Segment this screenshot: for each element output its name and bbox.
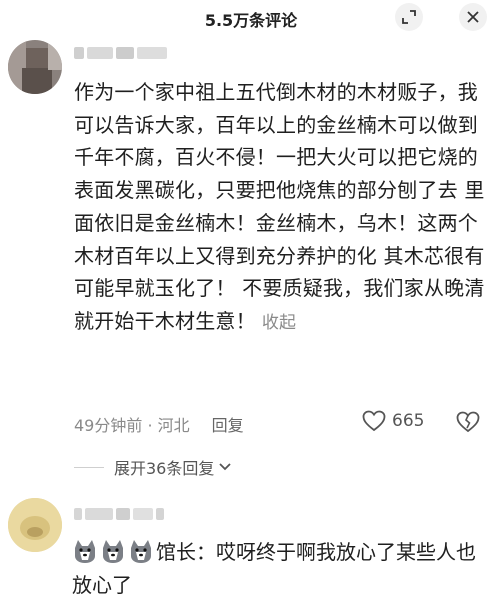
reply-button[interactable]: 回复 [212, 412, 244, 436]
close-button[interactable] [459, 3, 487, 31]
divider-line [74, 466, 104, 468]
username-blurred[interactable] [74, 47, 167, 61]
avatar[interactable] [8, 498, 62, 552]
like-count: 665 [392, 411, 425, 431]
expand-icon [402, 10, 416, 24]
husky-dog-emoji-icon [75, 540, 95, 563]
comments-header: 5.5万条评论 [0, 0, 502, 36]
heart-icon [362, 410, 386, 432]
husky-dog-emoji-icon [103, 540, 123, 563]
expand-button[interactable] [395, 3, 423, 31]
comments-count-title: 5.5万条评论 [204, 11, 298, 30]
like-button[interactable]: 665 [362, 410, 424, 432]
close-icon [467, 11, 479, 23]
avatar[interactable] [8, 40, 62, 94]
husky-dog-emoji-icon [131, 540, 151, 563]
chevron-down-icon [219, 463, 232, 471]
collapse-link[interactable]: 收起 [262, 313, 296, 333]
username-blurred[interactable] [74, 508, 164, 522]
comment-body: 作为一个家中祖上五代倒木材的木材贩子，我可以告诉大家，百年以上的金丝楠木可以做到… [74, 76, 494, 340]
comment-meta: 49分钟前 · 河北 回复 [74, 412, 244, 436]
broken-heart-icon [456, 411, 480, 433]
reply-body: 馆长：哎呀终于啊我放心了某些人也放心了 [72, 536, 492, 602]
timestamp-location: 49分钟前 · 河北 [74, 416, 190, 435]
comment-text: 作为一个家中祖上五代倒木材的木材贩子，我可以告诉大家，百年以上的金丝楠木可以做到… [74, 80, 485, 333]
dislike-button[interactable] [456, 411, 480, 437]
expand-replies-label: 展开36条回复 [114, 459, 215, 478]
avatar-image [8, 498, 62, 552]
expand-replies-button[interactable]: 展开36条回复 [74, 455, 232, 479]
